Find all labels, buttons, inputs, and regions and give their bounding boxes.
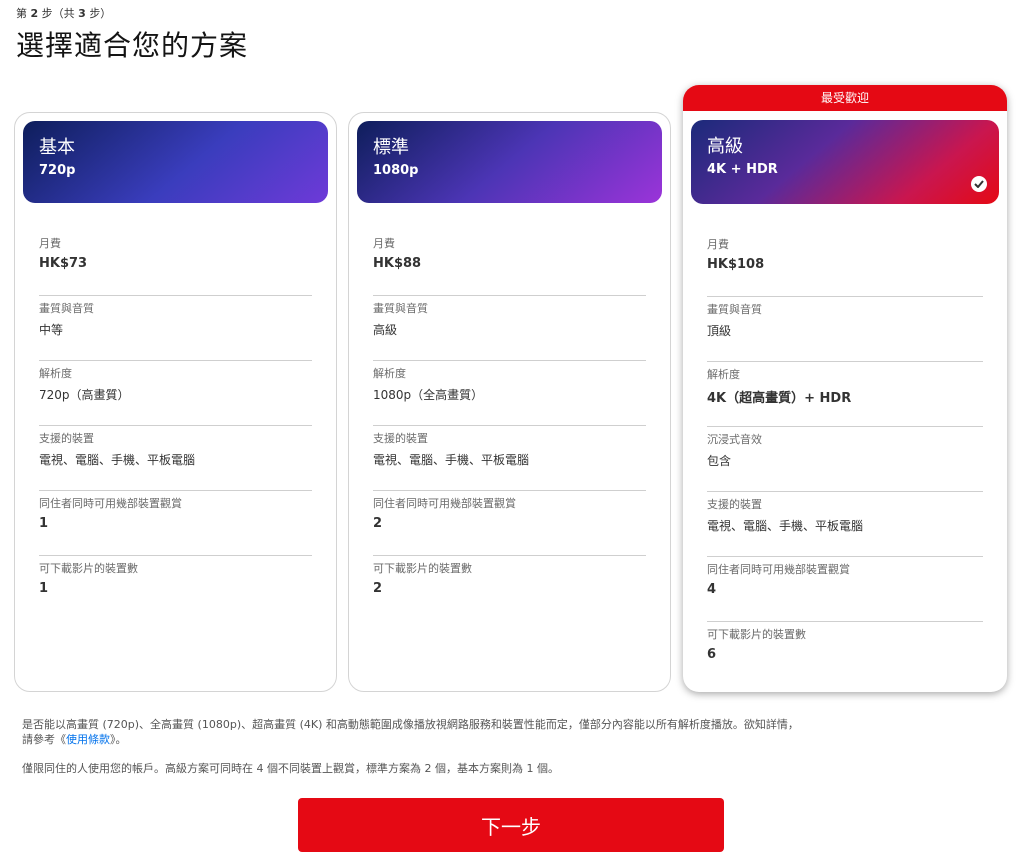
- feature-resolution: 解析度 1080p（全高畫質）: [373, 361, 646, 426]
- plan-features-premium: 月費 HK$108 畫質與音質 頂級 解析度 4K（超高畫質）+ HDR 沉浸式…: [707, 232, 983, 687]
- feature-label: 可下載影片的裝置數: [373, 562, 472, 575]
- feature-value: 720p（高畫質）: [39, 388, 130, 402]
- feature-value: 中等: [39, 323, 64, 337]
- step-indicator: 第 2 步（共 3 步）: [16, 5, 111, 21]
- feature-price: 月費 HK$73: [39, 231, 312, 296]
- feature-simultaneous-streams: 同住者同時可用幾部裝置觀賞 4: [707, 557, 983, 622]
- feature-value: HK$73: [39, 256, 88, 271]
- feature-value: 頂級: [707, 324, 732, 338]
- footnote-household: 僅限同住的人使用您的帳戶。高級方案可同時在 4 個不同裝置上觀賞，標準方案為 2…: [22, 762, 559, 775]
- feature-label: 月費: [707, 238, 729, 251]
- feature-label: 畫質與音質: [707, 303, 762, 316]
- plan-card-basic[interactable]: 基本 720p 月費 HK$73 畫質與音質 中等 解析度 720p（高畫質） …: [14, 112, 337, 692]
- feature-label: 畫質與音質: [373, 302, 428, 315]
- plan-resolution: 720p: [39, 163, 76, 178]
- plan-features-basic: 月費 HK$73 畫質與音質 中等 解析度 720p（高畫質） 支援的裝置 電視…: [39, 231, 312, 621]
- feature-download-devices: 可下載影片的裝置數 6: [707, 622, 983, 687]
- feature-value: 2: [373, 516, 383, 531]
- feature-label: 解析度: [39, 367, 72, 380]
- feature-value: 電視、電腦、手機、平板電腦: [373, 453, 530, 467]
- feature-simultaneous-streams: 同住者同時可用幾部裝置觀賞 1: [39, 491, 312, 556]
- plan-name: 高級: [707, 136, 743, 157]
- feature-devices: 支援的裝置 電視、電腦、手機、平板電腦: [373, 426, 646, 491]
- feature-download-devices: 可下載影片的裝置數 2: [373, 556, 646, 621]
- plan-card-premium[interactable]: 最受歡迎 高級 4K + HDR 月費 HK$108 畫質與音質 頂級 解析度 …: [683, 85, 1007, 692]
- footnote-resolution: 是否能以高畫質 (720p)、全高畫質 (1080p)、超高畫質 (4K) 和高…: [22, 717, 922, 747]
- feature-label: 月費: [39, 237, 61, 250]
- feature-label: 畫質與音質: [39, 302, 94, 315]
- feature-value: 6: [707, 647, 717, 662]
- feature-label: 支援的裝置: [39, 432, 94, 445]
- feature-label: 月費: [373, 237, 395, 250]
- feature-value: 4K（超高畫質）+ HDR: [707, 391, 852, 406]
- feature-price: 月費 HK$108: [707, 232, 983, 297]
- feature-value: 1: [39, 581, 49, 596]
- feature-label: 解析度: [707, 368, 740, 381]
- plan-header-standard[interactable]: 標準 1080p: [357, 121, 662, 203]
- feature-label: 支援的裝置: [373, 432, 428, 445]
- most-popular-badge: 最受歡迎: [683, 85, 1007, 111]
- feature-devices: 支援的裝置 電視、電腦、手機、平板電腦: [39, 426, 312, 491]
- selected-check-icon: [971, 176, 987, 192]
- feature-label: 可下載影片的裝置數: [39, 562, 138, 575]
- feature-value: 1080p（全高畫質）: [373, 388, 484, 402]
- feature-simultaneous-streams: 同住者同時可用幾部裝置觀賞 2: [373, 491, 646, 556]
- feature-label: 同住者同時可用幾部裝置觀賞: [39, 497, 182, 510]
- feature-spatial-audio: 沉浸式音效 包含: [707, 427, 983, 492]
- feature-resolution: 解析度 720p（高畫質）: [39, 361, 312, 426]
- feature-label: 同住者同時可用幾部裝置觀賞: [373, 497, 516, 510]
- feature-value: 高級: [373, 323, 398, 337]
- feature-label: 解析度: [373, 367, 406, 380]
- plan-header-premium[interactable]: 高級 4K + HDR: [691, 120, 999, 204]
- plan-name: 標準: [373, 137, 409, 158]
- plan-resolution: 4K + HDR: [707, 162, 778, 177]
- next-button[interactable]: 下一步: [298, 798, 724, 852]
- plan-name: 基本: [39, 137, 75, 158]
- feature-value: HK$108: [707, 257, 765, 272]
- feature-label: 沉浸式音效: [707, 433, 762, 446]
- step-suffix: 步）: [89, 7, 112, 20]
- plan-card-standard[interactable]: 標準 1080p 月費 HK$88 畫質與音質 高級 解析度 1080p（全高畫…: [348, 112, 671, 692]
- feature-value: 電視、電腦、手機、平板電腦: [707, 519, 864, 533]
- step-mid: 步（共: [41, 7, 75, 20]
- step-current: 2: [30, 7, 39, 20]
- step-prefix: 第: [16, 7, 27, 20]
- feature-download-devices: 可下載影片的裝置數 1: [39, 556, 312, 621]
- footnote-text: 》。: [110, 733, 127, 746]
- plan-header-basic[interactable]: 基本 720p: [23, 121, 328, 203]
- step-total: 3: [78, 7, 86, 20]
- feature-value: 包含: [707, 454, 732, 468]
- feature-value: 1: [39, 516, 49, 531]
- feature-devices: 支援的裝置 電視、電腦、手機、平板電腦: [707, 492, 983, 557]
- feature-quality: 畫質與音質 高級: [373, 296, 646, 361]
- feature-quality: 畫質與音質 頂級: [707, 297, 983, 362]
- page-title: 選擇適合您的方案: [16, 29, 249, 62]
- plan-features-standard: 月費 HK$88 畫質與音質 高級 解析度 1080p（全高畫質） 支援的裝置 …: [373, 231, 646, 621]
- footnote-text: 是否能以高畫質 (720p)、全高畫質 (1080p)、超高畫質 (4K) 和高…: [22, 718, 799, 731]
- feature-value: 4: [707, 582, 717, 597]
- plan-resolution: 1080p: [373, 163, 419, 178]
- feature-label: 同住者同時可用幾部裝置觀賞: [707, 563, 850, 576]
- feature-label: 可下載影片的裝置數: [707, 628, 806, 641]
- feature-value: 電視、電腦、手機、平板電腦: [39, 453, 196, 467]
- feature-value: 2: [373, 581, 383, 596]
- terms-of-use-link[interactable]: 使用條款: [66, 733, 110, 746]
- feature-label: 支援的裝置: [707, 498, 762, 511]
- feature-price: 月費 HK$88: [373, 231, 646, 296]
- footnote-text: 請參考《: [22, 733, 66, 746]
- feature-resolution: 解析度 4K（超高畫質）+ HDR: [707, 362, 983, 427]
- feature-quality: 畫質與音質 中等: [39, 296, 312, 361]
- feature-value: HK$88: [373, 256, 422, 271]
